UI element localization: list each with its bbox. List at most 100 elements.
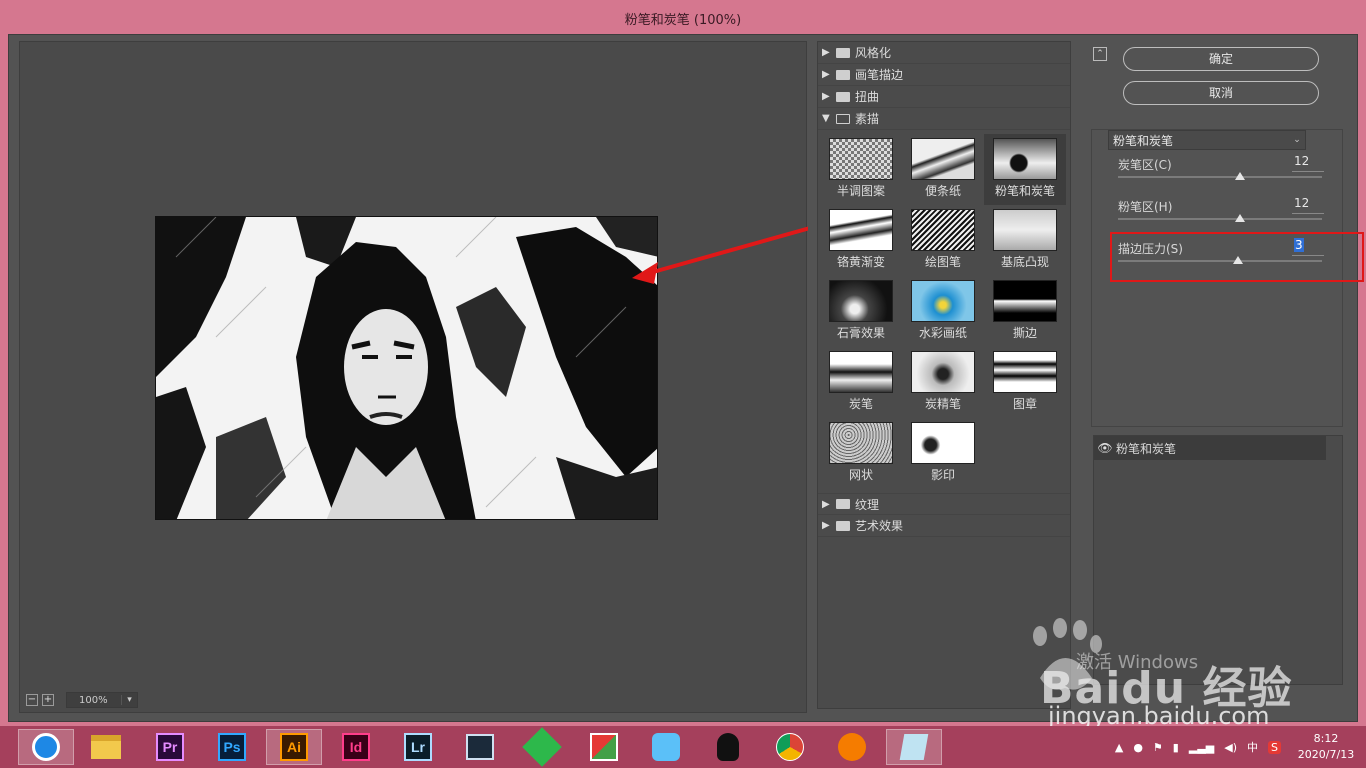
taskbar-lightroom[interactable]: Lr <box>390 729 446 765</box>
taskbar-notes-app[interactable] <box>886 729 942 765</box>
title-bar[interactable]: 粉笔和炭笔 (100%) <box>0 0 1366 34</box>
open-folder-icon <box>836 113 850 124</box>
taskbar-video-app[interactable] <box>452 729 508 765</box>
thumb-label: 半调图案 <box>836 184 885 198</box>
thumb-charcoal[interactable]: 炭笔 <box>820 347 902 418</box>
param-label: 粉笔区(H) <box>1118 200 1173 214</box>
slider-track[interactable] <box>1118 218 1322 220</box>
thumb-graphic-pen[interactable]: 绘图笔 <box>902 205 984 276</box>
slider-knob[interactable] <box>1233 256 1244 264</box>
folder-label: 扭曲 <box>855 90 880 104</box>
slider-track[interactable] <box>1118 260 1322 262</box>
folder-icon <box>91 735 121 759</box>
slider-knob[interactable] <box>1235 172 1246 180</box>
thumbnail-image <box>993 280 1057 322</box>
thumb-chrome[interactable]: 铬黄渐变 <box>820 205 902 276</box>
settings-panel: ⌃ 确定 取消 粉笔和炭笔 ⌄ 炭笔区(C) 12 粉笔区(H) 12 描边压力… <box>1091 41 1364 431</box>
taskbar-orange-app[interactable] <box>824 729 880 765</box>
param-chalk-area: 粉笔区(H) 12 <box>1118 196 1324 238</box>
cancel-button[interactable]: 取消 <box>1123 81 1319 105</box>
thumbnail-image <box>993 351 1057 393</box>
thumb-photocopy[interactable]: 影印 <box>902 418 984 489</box>
taskbar-file-explorer[interactable] <box>78 729 134 765</box>
filter-select-value: 粉笔和炭笔 <box>1113 133 1174 148</box>
slider-track[interactable] <box>1118 176 1322 178</box>
start-icon <box>32 733 60 761</box>
effect-layer-label: 粉笔和炭笔 <box>1116 441 1177 456</box>
thumb-halftone-pattern[interactable]: 半调图案 <box>820 134 902 205</box>
folder-label: 风格化 <box>855 46 892 60</box>
qq-tray-icon[interactable]: ● <box>1133 741 1143 754</box>
thumb-note-paper[interactable]: 便条纸 <box>902 134 984 205</box>
taskbar-indesign[interactable]: Id <box>328 729 384 765</box>
folder-artistic[interactable]: ▶ 艺术效果 <box>818 515 1070 537</box>
blue-app-icon <box>652 733 680 761</box>
thumb-reticulation[interactable]: 网状 <box>820 418 902 489</box>
expand-arrow-icon: ▶ <box>822 47 830 58</box>
clock-time: 8:12 <box>1313 732 1339 745</box>
folder-sketch[interactable]: ▼ 素描 <box>818 108 1070 130</box>
thumb-conte-crayon[interactable]: 炭精笔 <box>902 347 984 418</box>
folder-label: 艺术效果 <box>855 519 904 533</box>
network-icon[interactable]: ▂▃▅ <box>1189 741 1214 754</box>
expand-arrow-icon: ▶ <box>822 69 830 80</box>
taskbar-qq[interactable] <box>700 729 756 765</box>
folder-stylize[interactable]: ▶ 风格化 <box>818 42 1070 64</box>
filter-select[interactable]: 粉笔和炭笔 ⌄ <box>1108 130 1306 150</box>
flag-icon[interactable]: ⚑ <box>1153 741 1163 754</box>
taskbar-illustrator[interactable]: Ai <box>266 729 322 765</box>
filter-gallery-list[interactable]: ▶ 风格化 ▶ 画笔描边 ▶ 扭曲 ▼ 素描 半调图案 便条纸 粉笔和炭笔 铬黄… <box>817 41 1071 709</box>
window-title: 粉笔和炭笔 (100%) <box>624 13 742 28</box>
thumb-label: 粉笔和炭笔 <box>994 184 1055 198</box>
taskbar-red-green-app[interactable] <box>576 729 632 765</box>
thumb-label: 便条纸 <box>924 184 961 198</box>
param-value-input[interactable]: 12 <box>1292 196 1324 214</box>
thumb-bas-relief[interactable]: 基底凸现 <box>984 205 1066 276</box>
start-button[interactable] <box>18 729 74 765</box>
taskbar-photoshop[interactable]: Ps <box>204 729 260 765</box>
taskbar-premiere[interactable]: Pr <box>142 729 198 765</box>
thumb-label: 水彩画纸 <box>918 326 967 340</box>
param-value-input[interactable]: 3 <box>1292 238 1324 256</box>
taskbar: Pr Ps Ai Id Lr ▲ ● ⚑ ▮ ▂▃▅ ◀) 中 S 8:12 2… <box>0 726 1366 768</box>
thumbnail-image <box>829 422 893 464</box>
red-arrow-annotation <box>632 226 808 284</box>
folder-distort[interactable]: ▶ 扭曲 <box>818 86 1070 108</box>
illustrator-icon: Ai <box>280 733 308 761</box>
chrome-icon <box>776 733 804 761</box>
zoom-in-button[interactable]: + <box>42 694 54 706</box>
folder-icon <box>836 91 850 102</box>
thumb-chalk-charcoal[interactable]: 粉笔和炭笔 <box>984 134 1066 205</box>
param-value-input[interactable]: 12 <box>1292 154 1324 172</box>
taskbar-blue-app[interactable] <box>638 729 694 765</box>
ok-button[interactable]: 确定 <box>1123 47 1319 71</box>
folder-brush-strokes[interactable]: ▶ 画笔描边 <box>818 64 1070 86</box>
thumb-water-paper[interactable]: 水彩画纸 <box>902 276 984 347</box>
slider-knob[interactable] <box>1235 214 1246 222</box>
qq-penguin-icon <box>717 733 739 761</box>
film-icon <box>466 734 494 760</box>
effect-layer-row[interactable]: 👁 粉笔和炭笔 <box>1094 436 1326 460</box>
sogou-icon[interactable]: S <box>1268 740 1281 754</box>
ime-indicator[interactable]: 中 <box>1247 739 1258 755</box>
zoom-select[interactable]: 100% ▾ <box>66 692 138 708</box>
eye-icon[interactable]: 👁 <box>1094 441 1116 455</box>
thumbnail-image <box>911 351 975 393</box>
thumb-stamp[interactable]: 图章 <box>984 347 1066 418</box>
thumbnail-image <box>993 209 1057 251</box>
param-stroke-pressure: 描边压力(S) 3 <box>1118 238 1324 280</box>
preview-pane[interactable]: − + 100% ▾ <box>19 41 808 713</box>
collapse-gallery-button[interactable]: ⌃ <box>1093 47 1107 61</box>
clock[interactable]: 8:12 2020/7/13 <box>1286 731 1366 763</box>
taskbar-green-app[interactable] <box>514 727 570 767</box>
folder-texture[interactable]: ▶ 纹理 <box>818 493 1070 515</box>
taskbar-chrome[interactable] <box>762 729 818 765</box>
thumb-torn-edges[interactable]: 撕边 <box>984 276 1066 347</box>
volume-icon[interactable]: ◀) <box>1224 741 1237 754</box>
thumb-plaster[interactable]: 石膏效果 <box>820 276 902 347</box>
thumb-label: 网状 <box>848 468 873 482</box>
show-hidden-icons-icon[interactable]: ▲ <box>1115 741 1123 754</box>
thumb-label: 石膏效果 <box>836 326 885 340</box>
zoom-out-button[interactable]: − <box>26 694 38 706</box>
battery-icon[interactable]: ▮ <box>1173 741 1179 754</box>
